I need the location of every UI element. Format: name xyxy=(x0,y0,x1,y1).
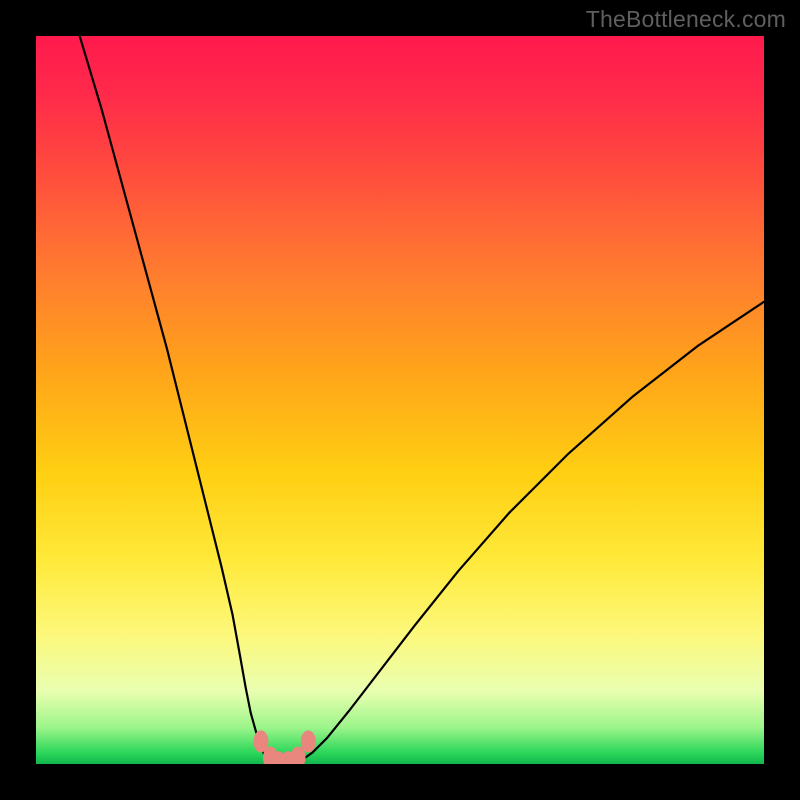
curve-layer xyxy=(36,36,764,764)
highlight-point xyxy=(301,730,316,752)
chart-frame: TheBottleneck.com xyxy=(0,0,800,800)
highlight-points xyxy=(253,730,315,764)
plot-area xyxy=(36,36,764,764)
watermark-text: TheBottleneck.com xyxy=(586,6,786,33)
bottleneck-curve xyxy=(80,36,764,764)
